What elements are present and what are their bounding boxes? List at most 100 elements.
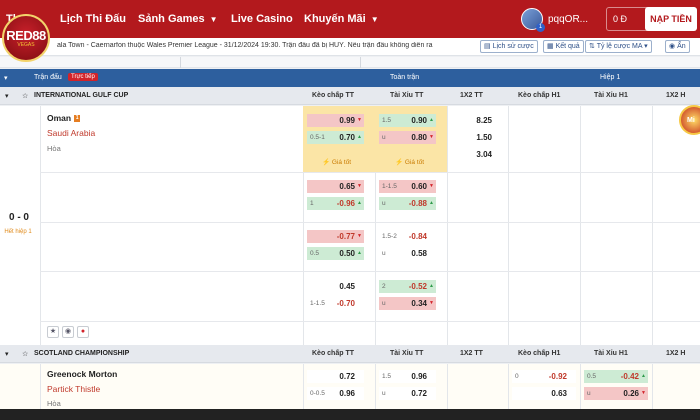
logo-subtext: VEGAS [17, 41, 35, 48]
odds-cell[interactable]: u 0.58 [379, 247, 436, 260]
logo-text: RED88 [6, 27, 46, 43]
star-icon[interactable]: ☆ [22, 92, 28, 100]
odds-cell[interactable]: 1.50 [451, 131, 501, 144]
balance-value: 0 Đ [613, 14, 628, 24]
odds-cell[interactable]: 3.04 [451, 148, 501, 161]
bet-history-button[interactable]: ▤ Lịch sử cược [480, 40, 538, 53]
nav-games[interactable]: Sảnh Games ▼ [138, 13, 218, 25]
odds-cell[interactable]: 0.5 0.50 ▲ [307, 247, 364, 260]
odds-cell[interactable]: -0.77 ▼ [307, 230, 364, 243]
col-handicap-h1: Kèo chấp H1 [518, 350, 561, 357]
bet-history-label: Lịch sử cược [492, 43, 534, 50]
odds-cell[interactable]: 0.65 ▼ [307, 180, 364, 193]
hide-label: Ẩn [677, 43, 686, 50]
star-icon[interactable]: ☆ [22, 350, 28, 358]
chevron-down-icon: ▼ [209, 15, 218, 24]
deposit-button[interactable]: NẠP TIỀN [645, 7, 697, 31]
away-team[interactable]: Partick Thistle [47, 384, 100, 394]
card-count-badge: 1 [74, 115, 81, 123]
home-team-name: Oman [47, 113, 72, 123]
odds-cell[interactable]: 1.5-2 -0.84 [379, 230, 436, 243]
odds-cell[interactable]: u 0.26 ▼ [584, 387, 648, 400]
brand-logo[interactable]: RED88 VEGAS [2, 14, 50, 62]
col-1x2-ft: 1X2 TT [460, 92, 483, 99]
odds-cell[interactable]: 0.63 [512, 387, 576, 400]
col-ou-ft: Tài Xỉu TT [390, 92, 424, 99]
col-ou-ft: Tài Xỉu TT [390, 350, 424, 357]
league-header[interactable]: ▾ ☆ SCOTLAND CHAMPIONSHIP Kèo chấp TT Tà… [0, 345, 700, 363]
col-handicap-ft: Kèo chấp TT [312, 92, 355, 99]
fulltime-label: Toàn trận [390, 74, 420, 81]
promo-label: Mi [687, 117, 695, 124]
away-team[interactable]: Saudi Arabia [47, 128, 95, 138]
chevron-down-icon[interactable]: ▾ [5, 92, 9, 100]
good-price-label: ⚡ Giá tốt [322, 159, 352, 166]
league-name: SCOTLAND CHAMPIONSHIP [34, 350, 130, 357]
league-name: INTERNATIONAL GULF CUP [34, 92, 129, 99]
match-period: Hết hiệp 1 [4, 229, 32, 235]
top-navigation: Thao Lịch Thi Đấu Sảnh Games▼ Live Casin… [0, 0, 700, 38]
odds-cell[interactable]: 0.5-1 0.70 ▲ [307, 131, 364, 144]
odds-cell[interactable]: 1 -0.96 ▲ [307, 197, 364, 210]
odds-cell[interactable]: u 0.34 ▼ [379, 297, 436, 310]
chevron-down-icon[interactable]: ▾ [5, 350, 9, 358]
col-handicap-ft: Kèo chấp TT [312, 350, 355, 357]
odds-cell[interactable]: 8.25 [451, 114, 501, 127]
odds-cell[interactable]: 1.5 0.96 [379, 370, 436, 383]
hide-button[interactable]: ◉ Ẩn [665, 40, 690, 53]
odds-type-label: Tỷ lệ cược MA [596, 43, 643, 50]
odds-cell[interactable]: u 0.72 [379, 387, 436, 400]
results-icon: ▦ [547, 43, 556, 50]
home-team[interactable]: Greenock Morton [47, 369, 117, 379]
odds-cell[interactable]: 1-1.5 -0.70 [307, 297, 364, 310]
sportsbook-page: Thao Lịch Thi Đấu Sảnh Games▼ Live Casin… [0, 0, 700, 420]
odds-table-header: ▾ Trận đấu Trực tiếp Toàn trận Hiệp 1 [0, 69, 700, 87]
stats-icon[interactable]: ● [77, 326, 89, 338]
league-header[interactable]: ▾ ☆ INTERNATIONAL GULF CUP Kèo chấp TT T… [0, 87, 700, 105]
eye-off-icon: ◉ [669, 43, 678, 50]
col-1x2-ft: 1X2 TT [460, 350, 483, 357]
odds-cell[interactable]: 0 -0.92 [512, 370, 576, 383]
odds-cell[interactable]: 0.5 -0.42 ▲ [584, 370, 648, 383]
match-actions: ★ ◉ ● [47, 326, 89, 338]
draw-label: Hòa [47, 144, 61, 153]
history-icon: ▤ [484, 43, 493, 50]
chevron-down-icon: ▼ [370, 15, 379, 24]
odds-cell[interactable]: u 0.80 ▼ [379, 131, 436, 144]
live-tab[interactable]: Trực tiếp [68, 73, 98, 81]
odds-cell[interactable]: 0.99 ▼ [307, 114, 364, 127]
nav-promotions-label: Khuyến Mãi [304, 13, 366, 25]
nav-live-casino[interactable]: Live Casino [231, 13, 293, 25]
star-icon[interactable]: ★ [47, 326, 59, 338]
nav-promotions[interactable]: Khuyến Mãi ▼ [304, 13, 379, 25]
results-button[interactable]: ▦ Kết quả [543, 40, 584, 53]
col-1x2-h1: 1X2 H [666, 92, 686, 99]
eye-icon[interactable]: ◉ [62, 326, 74, 338]
filter-strip [0, 57, 700, 68]
odds-cell[interactable]: 1.5 0.90 ▲ [379, 114, 436, 127]
bottom-bar [0, 409, 700, 420]
odds-cell[interactable]: 2 -0.52 ▲ [379, 280, 436, 293]
home-team[interactable]: Oman 1 [47, 113, 81, 123]
odds-cell[interactable]: 0-0.5 0.96 [307, 387, 364, 400]
odds-cell[interactable]: u -0.88 ▲ [379, 197, 436, 210]
odds-type-select[interactable]: ⇅ Tỷ lệ cược MA ▾ [585, 40, 652, 53]
notification-badge: 1 [536, 23, 545, 32]
col-handicap-h1: Kèo chấp H1 [518, 92, 561, 99]
odds-cell[interactable]: 0.45 [307, 280, 364, 293]
results-label: Kết quả [555, 43, 580, 50]
col-1x2-h1: 1X2 H [666, 350, 686, 357]
ticker-text: ala Town - Caernarfon thuộc Wales Premie… [57, 42, 433, 49]
col-ou-h1: Tài Xỉu H1 [594, 350, 628, 357]
sort-icon[interactable]: ▾ [4, 74, 8, 82]
avatar[interactable]: 1 [521, 8, 545, 32]
draw-label: Hòa [47, 399, 61, 408]
odds-cell[interactable]: 0.72 [307, 370, 364, 383]
odds-cell[interactable]: 1-1.5 0.60 ▼ [379, 180, 436, 193]
nav-schedule[interactable]: Lịch Thi Đấu [60, 13, 126, 25]
nav-games-label: Sảnh Games [138, 13, 205, 25]
match-score: 0 - 0 [8, 212, 29, 223]
username: pqqOR... [548, 13, 589, 25]
col-ou-h1: Tài Xỉu H1 [594, 92, 628, 99]
odds-icon: ⇅ [589, 43, 597, 50]
